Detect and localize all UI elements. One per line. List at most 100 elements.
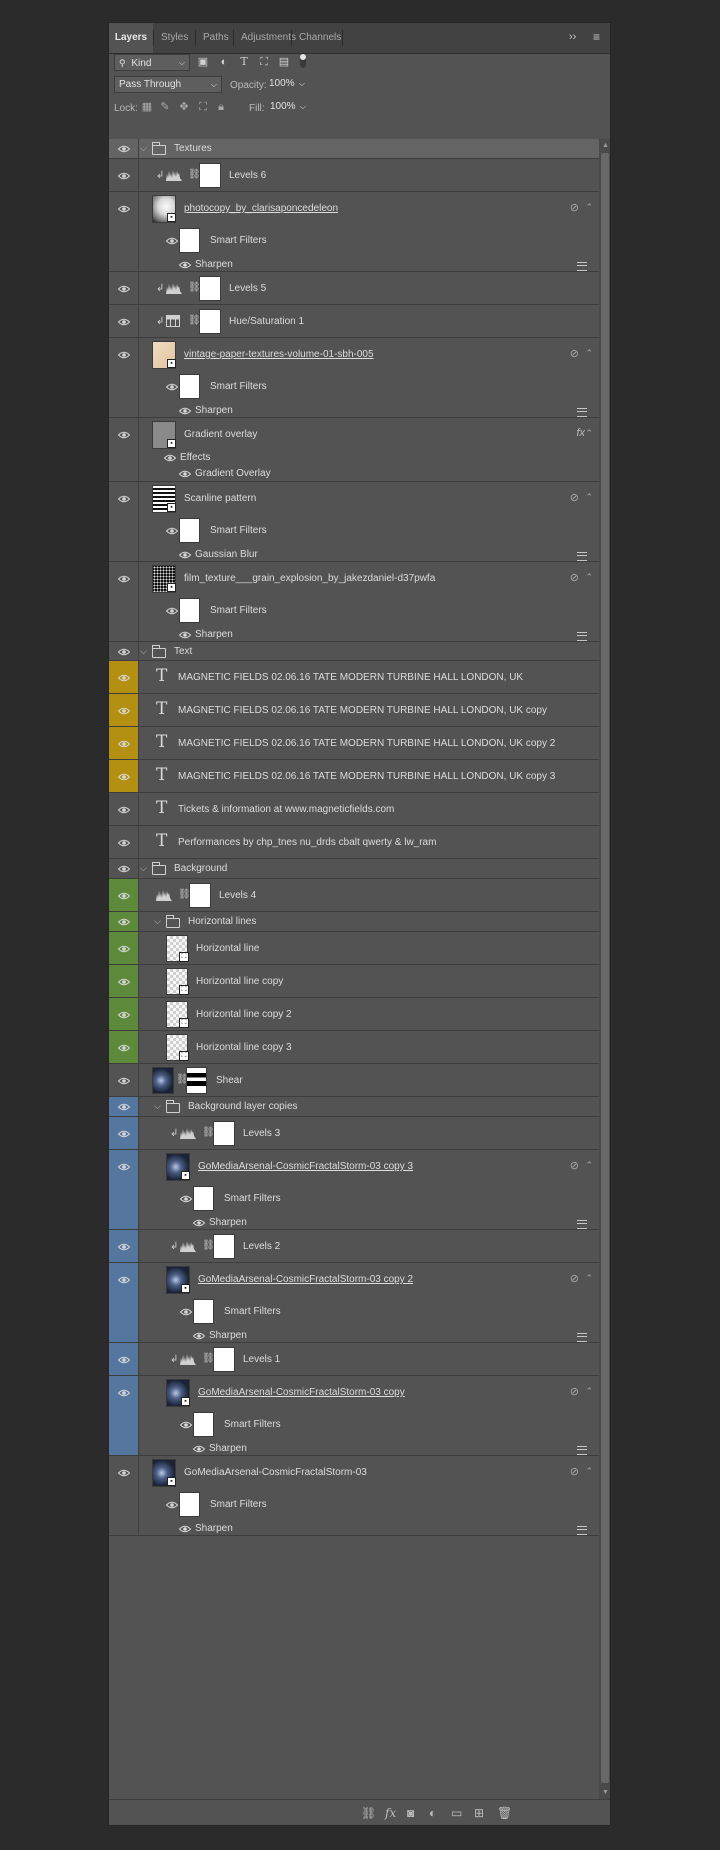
eye-icon[interactable] <box>117 978 131 986</box>
eye-icon[interactable] <box>117 806 131 814</box>
collapse-chevron-icon[interactable]: ⌃ <box>585 1160 593 1171</box>
smart-filter-mask-thumbnail[interactable] <box>193 1186 214 1211</box>
layer-mask-thumbnail[interactable] <box>213 1347 235 1372</box>
visibility-cell[interactable] <box>109 305 139 337</box>
smart-filters-row[interactable]: Smart Filters <box>109 225 599 257</box>
smart-filters-row[interactable]: Smart Filters <box>109 1489 599 1521</box>
smart-filters-row[interactable]: Smart Filters <box>109 595 599 627</box>
tab-channels[interactable]: Channels <box>299 23 341 53</box>
eye-icon[interactable] <box>192 1445 206 1452</box>
visibility-cell[interactable] <box>109 1031 139 1063</box>
visibility-cell[interactable] <box>109 760 139 792</box>
layer-list-scrollbar[interactable]: ▲ ▼ <box>599 139 610 1799</box>
eye-icon[interactable] <box>117 1077 131 1085</box>
filter-options-icon[interactable] <box>577 1525 587 1535</box>
eye-icon[interactable] <box>117 1356 131 1364</box>
kind-filter-select[interactable]: ⚲ Kind ⌵ <box>114 54 190 71</box>
eye-icon[interactable] <box>163 454 177 462</box>
eye-icon[interactable] <box>179 1308 193 1316</box>
eye-icon[interactable] <box>165 607 179 615</box>
eye-icon[interactable] <box>117 1276 131 1284</box>
type-layer-filter-icon[interactable]: T <box>238 56 250 68</box>
eye-icon[interactable] <box>178 551 192 558</box>
eye-icon[interactable] <box>117 740 131 748</box>
fill-field[interactable]: 100% ⌵ <box>266 99 310 116</box>
smart-object-layer-row[interactable]: ▪ Scanline pattern ⊘ ⌃ Smart Filters Gaussian… <box>109 482 599 562</box>
adjustment-layer-row[interactable]: ↲ ⛓ Hue/Saturation 1 <box>109 305 599 338</box>
visibility-cell[interactable] <box>109 859 139 878</box>
scroll-down-icon[interactable]: ▼ <box>602 1789 609 1796</box>
eye-icon[interactable] <box>165 1501 179 1509</box>
smart-object-layer-row[interactable]: ▪ GoMediaArsenal-CosmicFractalStorm-03 ⊘ ⌃ S… <box>109 1456 599 1536</box>
delete-layer-icon[interactable]: 🗑︎ <box>497 1806 512 1820</box>
text-layer-row[interactable]: T MAGNETIC FIELDS 02.06.16 TATE MODERN TU… <box>109 694 599 727</box>
eye-icon[interactable] <box>117 495 131 503</box>
layer-mask-thumbnail[interactable] <box>199 276 221 301</box>
collapse-chevron-icon[interactable]: ⌃ <box>585 1273 593 1284</box>
opacity-field[interactable]: 100% ⌵ <box>265 76 309 93</box>
smart-filter-mask-thumbnail[interactable] <box>179 374 200 399</box>
eye-icon[interactable] <box>178 470 192 477</box>
eye-icon[interactable] <box>165 383 179 391</box>
filter-row[interactable]: Sharpen <box>109 627 599 642</box>
smart-filters-row[interactable]: Smart Filters <box>109 515 599 547</box>
layer-mask-thumbnail[interactable] <box>199 309 221 334</box>
smart-object-layer-row[interactable]: ▪ GoMediaArsenal-CosmicFractalStorm-03 co… <box>109 1150 599 1230</box>
group-row[interactable]: ⌵ Background layer copies <box>109 1097 599 1117</box>
eye-icon[interactable] <box>117 431 131 439</box>
eye-icon[interactable] <box>192 1219 206 1226</box>
tab-styles[interactable]: Styles <box>161 23 188 53</box>
layer-effects-icon[interactable]: fx <box>576 427 585 439</box>
eye-icon[interactable] <box>117 707 131 715</box>
eye-icon[interactable] <box>117 1130 131 1138</box>
visibility-cell[interactable] <box>109 727 139 759</box>
shape-layer-filter-icon[interactable]: ⛶ <box>258 56 270 68</box>
layer-mask-thumbnail[interactable] <box>213 1234 235 1259</box>
eye-icon[interactable] <box>117 318 131 326</box>
visibility-cell[interactable] <box>109 793 139 825</box>
scroll-up-icon[interactable]: ▲ <box>602 142 609 149</box>
collapse-chevron-icon[interactable]: ⌃ <box>585 1466 593 1477</box>
eye-icon[interactable] <box>117 918 131 926</box>
adjustment-layer-row[interactable]: ↲ ⛓ Levels 2 <box>109 1230 599 1263</box>
new-group-icon[interactable]: ▭ <box>451 1806 462 1820</box>
layer-mask-thumbnail[interactable] <box>189 883 211 908</box>
tab-paths[interactable]: Paths <box>203 23 229 53</box>
layer-row[interactable]: ⛶ Horizontal line <box>109 932 599 965</box>
smart-filters-row[interactable]: Smart Filters <box>109 371 599 403</box>
visibility-cell[interactable] <box>109 932 139 964</box>
panel-menu-icon[interactable]: ≡ <box>593 30 600 44</box>
visibility-cell[interactable] <box>109 965 139 997</box>
smart-object-layer-row[interactable]: ▪ GoMediaArsenal-CosmicFractalStorm-03 co… <box>109 1263 599 1343</box>
filter-row[interactable]: Sharpen <box>109 1441 599 1456</box>
group-row[interactable]: ⌵ Textures <box>109 139 599 159</box>
tab-layers[interactable]: Layers <box>109 23 153 53</box>
smart-object-layer-row[interactable]: ▪ film_texture___grain_explosion_by_jakez… <box>109 562 599 642</box>
visibility-cell[interactable] <box>109 1097 139 1116</box>
visibility-cell[interactable] <box>109 642 139 660</box>
smart-object-filter-icon[interactable]: ▤ <box>278 56 290 68</box>
filter-row[interactable]: Sharpen <box>109 257 599 272</box>
filter-row[interactable]: Sharpen <box>109 1215 599 1230</box>
adjustment-layer-row[interactable]: ↲ ⛓ Levels 5 <box>109 272 599 305</box>
smart-filter-mask-thumbnail[interactable] <box>179 228 200 253</box>
visibility-cell[interactable] <box>109 159 139 191</box>
smart-filters-row[interactable]: Smart Filters <box>109 1183 599 1215</box>
collapse-panel-icon[interactable]: ›› <box>569 31 576 43</box>
layer-row[interactable]: ⛶ Horizontal line copy 2 <box>109 998 599 1031</box>
eye-icon[interactable] <box>117 575 131 583</box>
layer-row[interactable]: ⛶ Horizontal line copy <box>109 965 599 998</box>
filter-toggle-switch[interactable] <box>300 54 306 68</box>
eye-icon[interactable] <box>117 172 131 180</box>
chevron-down-icon[interactable]: ⌵ <box>140 646 147 657</box>
smart-filter-mask-thumbnail[interactable] <box>179 1492 200 1517</box>
filter-options-icon[interactable] <box>577 261 587 271</box>
smart-object-layer-row[interactable]: ▪ photocopy_by_clarisaponcedeleon ⊘ ⌃ Smart … <box>109 192 599 272</box>
add-mask-icon[interactable]: ◙ <box>407 1806 414 1820</box>
eye-icon[interactable] <box>178 407 192 414</box>
layer-row[interactable]: ⛓ Shear <box>109 1064 599 1097</box>
adjustment-layer-filter-icon[interactable]: ◐ <box>218 56 230 68</box>
text-layer-row[interactable]: T MAGNETIC FIELDS 02.06.16 TATE MODERN TU… <box>109 727 599 760</box>
eye-icon[interactable] <box>178 1525 192 1532</box>
filter-options-icon[interactable] <box>577 1219 587 1229</box>
